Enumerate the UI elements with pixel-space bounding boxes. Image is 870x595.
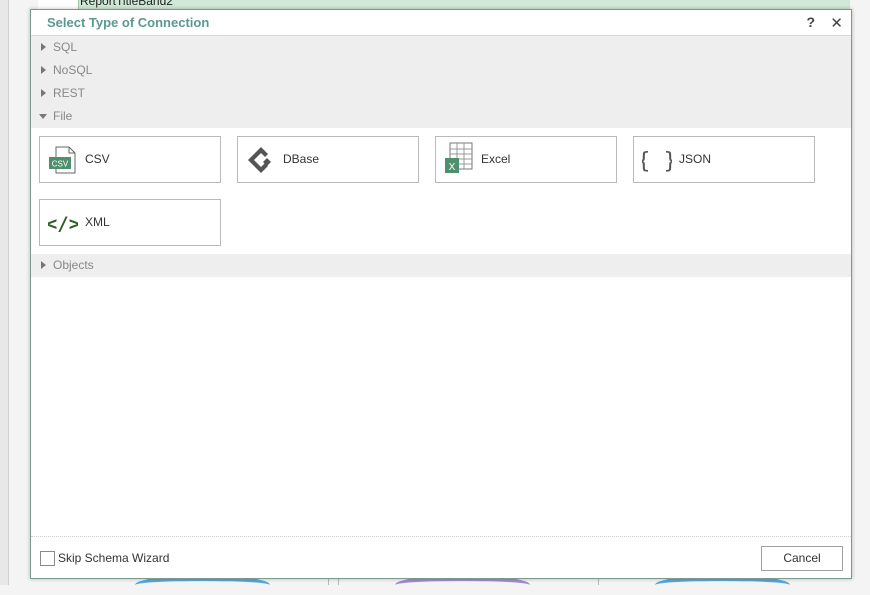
group-label: Objects: [53, 258, 94, 272]
tile-label: DBase: [283, 152, 320, 166]
close-button[interactable]: ✕: [830, 14, 843, 32]
connection-tile-xml[interactable]: </> XML: [39, 199, 221, 246]
footer-divider: [31, 536, 851, 537]
group-header-sql[interactable]: SQL: [31, 36, 851, 59]
group-header-objects[interactable]: Objects: [31, 254, 851, 277]
expand-arrow-icon: [41, 43, 46, 51]
connection-tile-excel[interactable]: X Excel: [435, 136, 617, 183]
skip-schema-wizard-checkbox[interactable]: [40, 551, 55, 566]
help-button[interactable]: ?: [806, 14, 815, 30]
select-connection-dialog: Select Type of Connection ? ✕ SQL NoSQL …: [30, 9, 852, 579]
designer-gridline: [598, 578, 599, 585]
dbase-icon: [246, 145, 276, 175]
svg-text:{ }: { }: [642, 149, 672, 174]
designer-gridline: [338, 578, 339, 585]
tile-label: JSON: [679, 152, 712, 166]
expand-arrow-icon: [41, 261, 46, 269]
group-header-rest[interactable]: REST: [31, 82, 851, 105]
skip-schema-wizard-label[interactable]: Skip Schema Wizard: [58, 551, 169, 565]
designer-left-ruler: [0, 0, 9, 585]
excel-file-icon: X: [444, 142, 474, 175]
svg-text:X: X: [449, 162, 456, 173]
group-header-file[interactable]: File: [31, 105, 851, 128]
designer-gridline: [328, 578, 329, 585]
connection-tile-csv[interactable]: CSV CSV: [39, 136, 221, 183]
group-label: REST: [53, 86, 86, 100]
tile-label: CSV: [85, 152, 110, 166]
csv-file-icon: CSV: [48, 145, 78, 175]
connection-tile-json[interactable]: { } JSON: [633, 136, 815, 183]
group-label: NoSQL: [53, 63, 93, 77]
svg-text:</>: </>: [48, 213, 78, 235]
expand-arrow-icon: [41, 89, 46, 97]
svg-text:CSV: CSV: [52, 160, 69, 169]
dialog-title-bar[interactable]: Select Type of Connection ? ✕: [31, 10, 851, 36]
xml-code-icon: </>: [46, 208, 80, 238]
report-band-gutter: [38, 0, 79, 9]
collapse-arrow-icon: [39, 114, 47, 119]
group-header-nosql[interactable]: NoSQL: [31, 59, 851, 82]
expand-arrow-icon: [41, 66, 46, 74]
tile-label: XML: [85, 215, 110, 229]
connection-tile-dbase[interactable]: DBase: [237, 136, 419, 183]
group-label: SQL: [53, 40, 78, 54]
dialog-title: Select Type of Connection: [47, 15, 210, 30]
group-label: File: [53, 109, 73, 123]
json-braces-icon: { }: [637, 145, 677, 175]
tile-label: Excel: [481, 152, 511, 166]
cancel-button[interactable]: Cancel: [761, 546, 843, 571]
report-band-label: ReportTitleBand2: [80, 0, 173, 8]
